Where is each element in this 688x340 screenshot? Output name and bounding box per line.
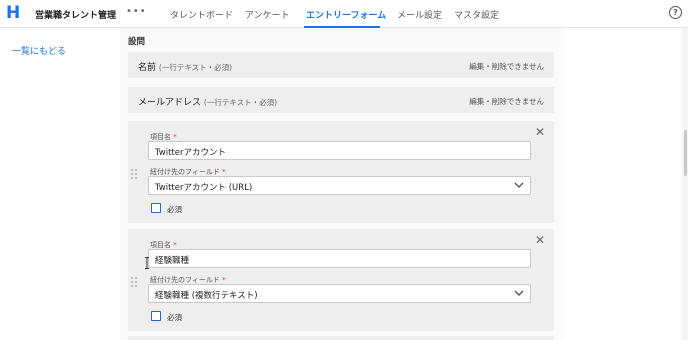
close-icon[interactable]: ✕ <box>535 126 545 138</box>
required-checkbox[interactable] <box>151 311 161 321</box>
required-checkbox[interactable] <box>151 203 161 213</box>
section-title: 設問 <box>128 37 146 47</box>
scrollbar-track[interactable] <box>682 28 688 340</box>
drag-handle-icon[interactable] <box>131 277 137 289</box>
tab-mail-settings[interactable]: メール設定 <box>397 8 442 21</box>
tab-talent-board[interactable]: タレントボード <box>170 8 233 21</box>
selected-value: Twitterアカウント (URL) <box>155 183 253 193</box>
field-type: (一行テキスト・必須) <box>203 98 278 107</box>
top-header: H 営業職タレント管理 ••• タレントボード アンケート エントリーフォーム … <box>0 0 688 28</box>
item-name-input[interactable]: 経験職種 <box>148 249 531 268</box>
close-icon[interactable]: ✕ <box>535 234 545 246</box>
required-label: 必須 <box>167 313 182 322</box>
chevron-down-icon <box>514 290 524 296</box>
required-mark: * <box>173 133 177 141</box>
required-label: 必須 <box>167 205 182 214</box>
more-horizontal-icon[interactable]: ••• <box>126 6 147 17</box>
back-to-list-link[interactable]: 一覧にもどる <box>12 44 66 57</box>
drag-handle-icon[interactable] <box>131 169 137 181</box>
locked-note: 編集・削除できません <box>469 62 544 71</box>
question-card: ✕ 項目名 * Twitterアカウント 紐付け先のフィールド * Twitte… <box>128 121 554 223</box>
item-name-input[interactable]: Twitterアカウント <box>148 141 531 160</box>
h-logo-icon[interactable]: H <box>6 4 20 22</box>
field-link-select[interactable]: 経験職種 (複数行テキスト) <box>148 284 531 303</box>
field-link-select[interactable]: Twitterアカウント (URL) <box>148 176 531 195</box>
fixed-field-name: 名前 (一行テキスト・必須) 編集・削除できません <box>128 52 554 78</box>
locked-note: 編集・削除できません <box>469 97 544 106</box>
field-name: メールアドレス <box>138 98 202 108</box>
required-mark: * <box>222 168 226 176</box>
text-cursor-icon <box>145 257 149 269</box>
tab-master-settings[interactable]: マスタ設定 <box>454 8 499 21</box>
tab-survey[interactable]: アンケート <box>245 8 290 21</box>
selected-value: 経験職種 (複数行テキスト) <box>155 291 258 301</box>
question-card: ✕ 項目名 * 経験職種 紐付け先のフィールド * 経験職種 (複数行テキスト)… <box>128 229 554 331</box>
app-title[interactable]: 営業職タレント管理 <box>35 8 116 21</box>
required-mark: * <box>173 241 177 249</box>
fixed-field-email: メールアドレス (一行テキスト・必須) 編集・削除できません <box>128 87 554 113</box>
field-name: 名前 <box>138 63 157 73</box>
tab-entry-form[interactable]: エントリーフォーム <box>306 8 386 21</box>
field-type: (一行テキスト・必須) <box>158 63 233 72</box>
required-mark: * <box>222 276 226 284</box>
next-card-edge <box>128 336 554 340</box>
chevron-down-icon <box>514 182 524 188</box>
scrollbar-thumb[interactable] <box>684 130 687 176</box>
help-circle-icon[interactable]: ? <box>669 6 682 19</box>
